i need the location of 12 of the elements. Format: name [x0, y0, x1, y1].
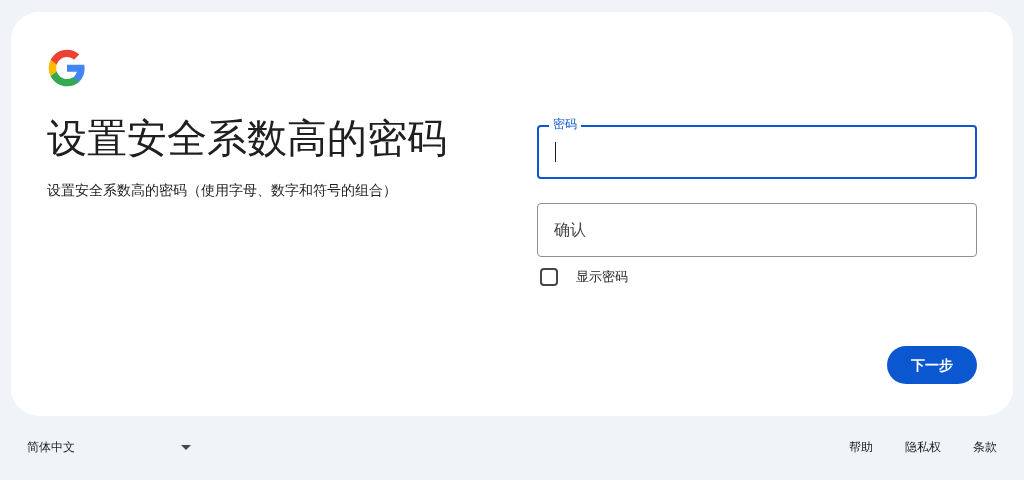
confirm-input[interactable]: 确认 — [554, 218, 960, 242]
footer-link[interactable]: 帮助 — [833, 439, 889, 455]
field-label: 密码 — [549, 116, 581, 132]
footer-link[interactable]: 条款 — [957, 439, 1013, 455]
footer-link[interactable]: 隐私权 — [889, 439, 957, 455]
language-select[interactable]: 简体中文 — [11, 439, 191, 455]
confirm-field[interactable]: 确认 — [537, 203, 977, 257]
page-heading: 设置安全系数高的密码 — [47, 115, 448, 162]
next-button[interactable]: 下一步 — [887, 346, 977, 384]
page-subheading: 设置安全系数高的密码（使用字母、数字和符号的组合） — [47, 181, 398, 200]
language-label: 简体中文 — [27, 439, 75, 455]
checkbox-label: 显示密码 — [576, 268, 628, 286]
